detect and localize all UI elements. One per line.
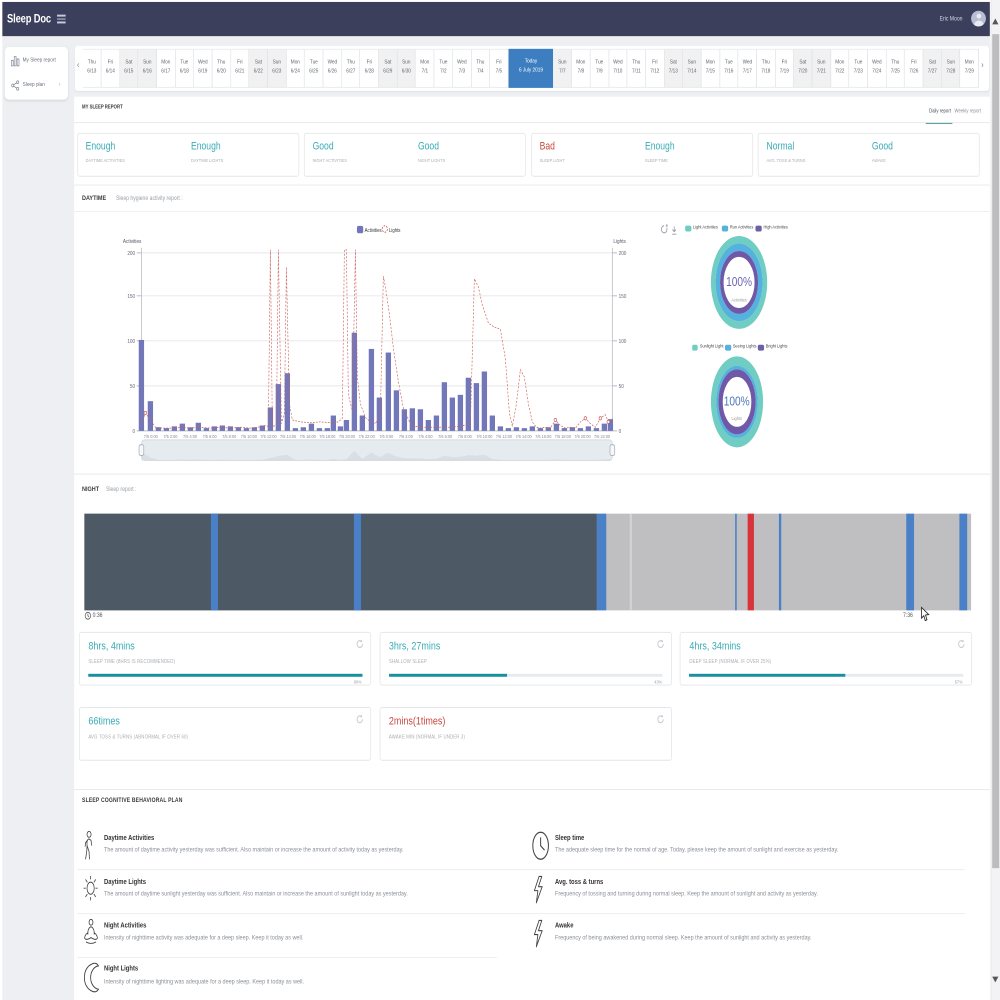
svg-text:50: 50 [618,384,623,391]
svg-text:Activities: Activities [364,228,381,235]
svg-text:100%: 100% [724,395,750,408]
svg-text:Lights: Lights [389,228,401,235]
svg-text:7/5 14:00: 7/5 14:00 [280,434,297,440]
svg-text:7/6 16:00: 7/6 16:00 [535,434,552,440]
svg-text:100: 100 [127,339,135,346]
svg-text:7/5 2:00: 7/5 2:00 [163,434,178,440]
svg-text:0: 0 [618,429,621,436]
svg-text:7/5 10:00: 7/5 10:00 [240,434,257,440]
svg-text:7/6 22:00: 7/6 22:00 [594,434,611,440]
svg-text:Activities: Activities [123,239,142,246]
svg-text:7/5 16:00: 7/5 16:00 [299,434,316,440]
svg-text:0: 0 [132,429,135,436]
svg-text:7/6 0:00: 7/6 0:00 [379,434,394,440]
svg-text:200: 200 [127,251,135,258]
svg-text:Lights: Lights [613,239,626,246]
svg-text:7/6 10:00: 7/6 10:00 [476,434,493,440]
svg-text:7/5 0:00: 7/5 0:00 [143,434,158,440]
svg-text:7/6 6:00: 7/6 6:00 [438,434,453,440]
svg-text:Lights: Lights [732,416,743,422]
svg-text:7/6 18:00: 7/6 18:00 [554,434,571,440]
svg-text:7/6 12:00: 7/6 12:00 [495,434,512,440]
svg-text:7/5 18:00: 7/5 18:00 [319,434,336,440]
svg-text:50: 50 [130,384,135,391]
svg-text:7/5 6:00: 7/5 6:00 [202,434,217,440]
svg-text:7/5 8:00: 7/5 8:00 [222,434,237,440]
svg-text:150: 150 [127,294,135,301]
svg-text:7/6 8:00: 7/6 8:00 [457,434,472,440]
svg-text:7/5 22:00: 7/5 22:00 [358,434,375,440]
svg-text:100%: 100% [726,276,752,289]
svg-text:7/5 20:00: 7/5 20:00 [339,434,356,440]
svg-text:100: 100 [618,339,626,346]
svg-text:7/6 4:00: 7/6 4:00 [418,434,433,440]
svg-text:150: 150 [618,294,626,301]
svg-text:7/6 14:00: 7/6 14:00 [515,434,532,440]
svg-text:200: 200 [618,251,626,258]
svg-text:7/5 4:00: 7/5 4:00 [183,434,198,440]
svg-text:Activities: Activities [731,297,747,303]
svg-text:7/5 12:00: 7/5 12:00 [260,434,277,440]
svg-text:7/6 20:00: 7/6 20:00 [574,434,591,440]
svg-text:7/6 2:00: 7/6 2:00 [398,434,413,440]
